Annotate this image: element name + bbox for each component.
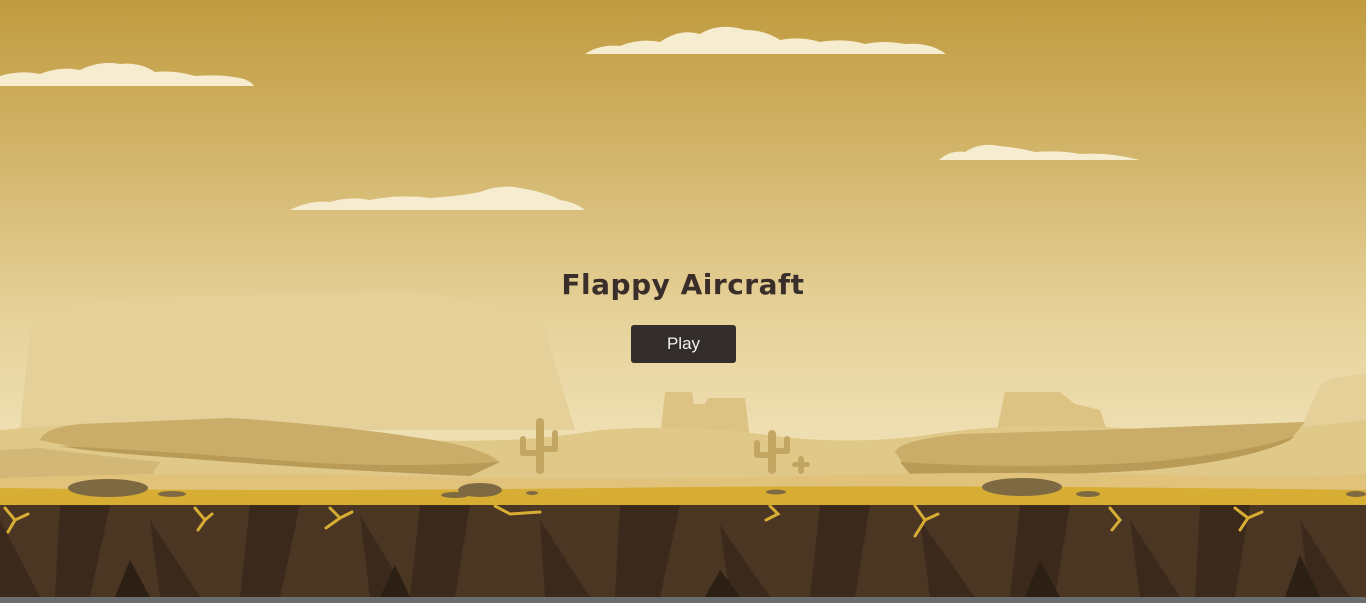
mesa <box>20 292 575 430</box>
play-button[interactable]: Play <box>631 325 736 363</box>
game-title: Flappy Aircraft <box>561 268 805 301</box>
game-stage: Flappy Aircraft Play <box>0 0 1366 597</box>
bottom-bar <box>0 597 1366 603</box>
